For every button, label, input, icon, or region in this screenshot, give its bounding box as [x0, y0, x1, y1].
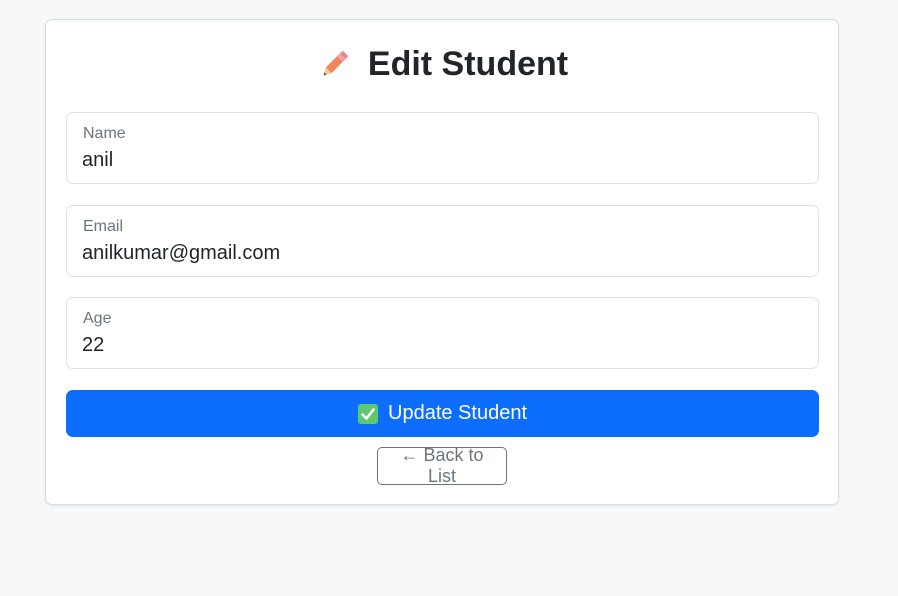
pencil-icon — [316, 45, 354, 83]
age-label: Age — [83, 310, 112, 327]
email-field[interactable]: Email anilkumar@gmail.com — [66, 205, 819, 277]
name-label: Name — [83, 125, 126, 142]
name-value[interactable]: anil — [82, 149, 113, 172]
page-title-text: Edit Student — [367, 44, 569, 83]
email-label: Email — [83, 218, 124, 235]
page-title: Edit Student — [46, 42, 838, 86]
email-value[interactable]: anilkumar@gmail.com — [82, 242, 280, 265]
update-student-button[interactable]: Update Student — [66, 390, 819, 437]
back-to-list-button[interactable]: ← Back to List — [377, 445, 507, 486]
age-value[interactable]: 22 — [82, 334, 104, 357]
name-field[interactable]: Name anil — [66, 112, 819, 184]
update-student-label: Update Student — [388, 402, 527, 424]
check-box-icon — [358, 403, 378, 424]
age-field[interactable]: Age 22 — [66, 297, 819, 369]
edit-student-card: Edit Student Name anil Email anilkumar@g… — [45, 19, 839, 505]
